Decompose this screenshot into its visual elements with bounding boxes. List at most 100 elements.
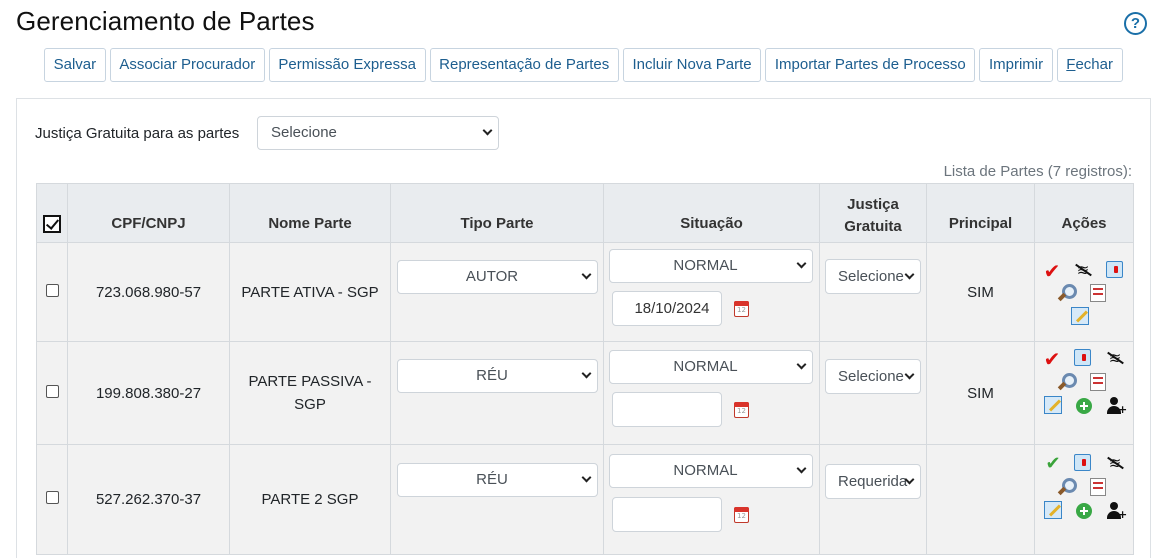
row-checkbox[interactable] bbox=[45, 283, 59, 297]
justica-gratuita-select[interactable]: Selecione bbox=[825, 259, 921, 294]
row-select-cell bbox=[36, 444, 68, 555]
situacao-select[interactable]: NORMAL bbox=[609, 350, 813, 384]
principal-cell: SIM bbox=[926, 242, 1035, 342]
close-button[interactable]: Fechar bbox=[1056, 48, 1123, 82]
add-icon[interactable] bbox=[1076, 503, 1092, 519]
save-button[interactable]: Salvar bbox=[44, 48, 106, 82]
cpf-cell: 527.262.370-37 bbox=[67, 444, 230, 555]
trash-icon[interactable] bbox=[1106, 261, 1123, 278]
parties-table: CPF/CNPJ Nome Parte Tipo Parte Situação … bbox=[36, 183, 1134, 555]
trash-icon[interactable] bbox=[1074, 454, 1091, 471]
add-icon[interactable] bbox=[1076, 398, 1092, 414]
search-icon[interactable] bbox=[1057, 477, 1077, 497]
situacao-date-input[interactable] bbox=[612, 497, 722, 532]
situacao-value: NORMAL bbox=[673, 257, 738, 274]
situacao-select[interactable]: NORMAL bbox=[609, 249, 813, 283]
add-party-button[interactable]: Incluir Nova Parte bbox=[622, 48, 762, 82]
principal-cell: SIM bbox=[926, 341, 1035, 445]
edit-icon[interactable] bbox=[1044, 396, 1062, 414]
edit-icon[interactable] bbox=[1044, 501, 1062, 519]
nome-cell: PARTE ATIVA - SGP bbox=[229, 242, 391, 342]
wifi-off-icon[interactable]: ≋ bbox=[1073, 260, 1093, 280]
tipo-cell: AUTOR bbox=[390, 242, 604, 342]
justica-gratuita-select[interactable]: Selecione bbox=[825, 359, 921, 394]
plus-glyph: + bbox=[1118, 403, 1128, 416]
list-icon[interactable] bbox=[1090, 478, 1106, 496]
row-select-cell bbox=[36, 341, 68, 445]
cpf-cell: 199.808.380-27 bbox=[67, 341, 230, 445]
situacao-cell: NORMAL bbox=[603, 444, 820, 555]
justica-cell: Selecione bbox=[819, 242, 927, 342]
associate-attorney-button[interactable]: Associar Procurador bbox=[109, 48, 265, 82]
situacao-cell: NORMAL 18/10/2024 bbox=[603, 242, 820, 342]
search-icon[interactable] bbox=[1057, 372, 1077, 392]
situacao-cell: NORMAL bbox=[603, 341, 820, 445]
col-nome-parte: Nome Parte bbox=[229, 183, 391, 243]
wifi-off-icon[interactable]: ≋ bbox=[1105, 348, 1125, 368]
situacao-date-input[interactable] bbox=[612, 392, 722, 427]
nome-text: PARTE PASSIVA - SGP bbox=[248, 373, 372, 413]
tipo-parte-select[interactable]: AUTOR bbox=[397, 260, 598, 294]
row-select-cell bbox=[36, 242, 68, 342]
justica-cell: Requerida bbox=[819, 444, 927, 555]
nome-cell: PARTE 2 SGP bbox=[229, 444, 391, 555]
parties-panel: Justiça Gratuita para as partes Selecion… bbox=[16, 98, 1151, 558]
actions-cell: ✔ ≋ + bbox=[1034, 341, 1134, 445]
party-representation-button[interactable]: Representação de Partes bbox=[429, 48, 619, 82]
search-icon[interactable] bbox=[1057, 283, 1077, 303]
page-title: Gerenciamento de Partes bbox=[16, 6, 315, 36]
tipo-parte-value: RÉU bbox=[476, 471, 508, 488]
table-header-row: CPF/CNPJ Nome Parte Tipo Parte Situação … bbox=[36, 183, 1134, 243]
print-button[interactable]: Imprimir bbox=[979, 48, 1053, 82]
list-icon[interactable] bbox=[1090, 373, 1106, 391]
col-justica-gratuita: Justiça Gratuita bbox=[819, 183, 927, 243]
add-user-icon[interactable]: + bbox=[1106, 501, 1127, 521]
situacao-value: NORMAL bbox=[673, 462, 738, 479]
free-justice-select-value: Selecione bbox=[271, 124, 337, 141]
check-red-icon[interactable]: ✔ bbox=[1042, 261, 1062, 281]
edit-icon[interactable] bbox=[1071, 307, 1089, 325]
table-row: 527.262.370-37 PARTE 2 SGP RÉU NORMAL 12… bbox=[36, 444, 1134, 555]
actions-cell: ✔ ≋ + bbox=[1034, 444, 1134, 555]
table-row: 723.068.980-57 PARTE ATIVA - SGP AUTOR N… bbox=[36, 242, 1134, 342]
col-acoes: Ações bbox=[1034, 183, 1134, 243]
tipo-cell: RÉU bbox=[390, 444, 604, 555]
row-checkbox[interactable] bbox=[45, 491, 59, 504]
calendar-icon[interactable] bbox=[734, 402, 749, 418]
col-principal: Principal bbox=[926, 183, 1035, 243]
principal-cell bbox=[926, 444, 1035, 555]
trash-icon[interactable] bbox=[1074, 349, 1091, 366]
help-icon[interactable]: ? bbox=[1124, 12, 1147, 35]
free-justice-select[interactable]: Selecione bbox=[257, 116, 499, 150]
select-all-checkbox[interactable] bbox=[43, 215, 61, 233]
wifi-off-icon[interactable]: ≋ bbox=[1105, 453, 1125, 473]
toolbar: Salvar Associar Procurador Permissão Exp… bbox=[44, 48, 1123, 82]
add-user-icon[interactable]: + bbox=[1106, 396, 1128, 416]
tipo-parte-select[interactable]: RÉU bbox=[397, 359, 598, 393]
justica-cell: Selecione bbox=[819, 341, 927, 445]
express-permission-button[interactable]: Permissão Expressa bbox=[268, 48, 426, 82]
table-row: 199.808.380-27 PARTE PASSIVA - SGP RÉU N… bbox=[36, 341, 1134, 445]
check-red-icon[interactable]: ✔ bbox=[1042, 349, 1062, 369]
tipo-cell: RÉU bbox=[390, 341, 604, 445]
check-green-icon[interactable]: ✔ bbox=[1043, 454, 1063, 474]
col-cpf-cnpj: CPF/CNPJ bbox=[67, 183, 230, 243]
list-icon[interactable] bbox=[1090, 284, 1106, 302]
tipo-parte-value: RÉU bbox=[476, 367, 508, 384]
situacao-value: NORMAL bbox=[673, 358, 738, 375]
tipo-parte-select[interactable]: RÉU bbox=[397, 463, 598, 497]
situacao-select[interactable]: NORMAL bbox=[609, 454, 813, 488]
import-parties-button[interactable]: Importar Partes de Processo bbox=[765, 48, 976, 82]
col-situacao: Situação bbox=[603, 183, 820, 243]
row-checkbox[interactable] bbox=[45, 384, 59, 398]
situacao-date-input[interactable]: 18/10/2024 bbox=[612, 291, 722, 326]
tipo-parte-value: AUTOR bbox=[465, 268, 519, 285]
parties-count: Lista de Partes (7 registros): bbox=[943, 163, 1132, 180]
cpf-cell: 723.068.980-57 bbox=[67, 242, 230, 342]
free-justice-label: Justiça Gratuita para as partes bbox=[35, 125, 240, 142]
justica-gratuita-select[interactable]: Requerida bbox=[825, 464, 921, 499]
select-all-header bbox=[36, 183, 68, 243]
calendar-icon[interactable] bbox=[734, 301, 749, 317]
col-tipo-parte: Tipo Parte bbox=[390, 183, 604, 243]
calendar-icon[interactable] bbox=[734, 507, 749, 523]
